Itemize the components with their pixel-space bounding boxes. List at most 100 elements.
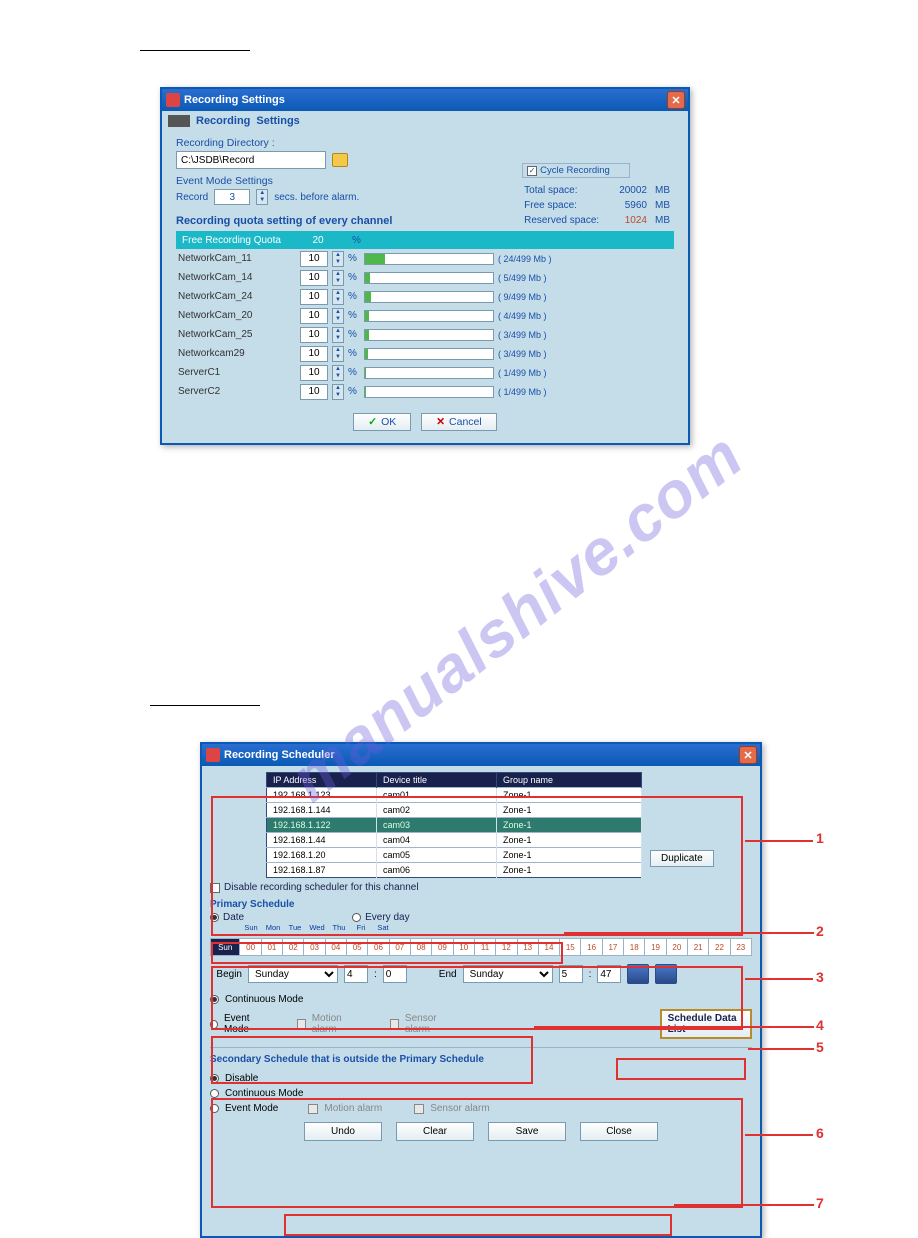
titlebar[interactable]: Recording Scheduler ✕ xyxy=(202,744,760,766)
table-row[interactable]: 192.168.1.87cam06Zone-1 xyxy=(267,863,642,878)
end-hour-input[interactable] xyxy=(559,965,583,983)
spinner-icon[interactable]: ▲▼ xyxy=(256,189,268,205)
sensor-alarm-checkbox[interactable] xyxy=(390,1019,399,1029)
tab-recording[interactable]: Recording xyxy=(196,115,250,127)
rec-dir-label: Recording Directory : xyxy=(176,137,674,149)
quota-bar-label: ( 24/499 Mb ) xyxy=(498,254,552,264)
spinner-icon[interactable]: ▲▼ xyxy=(332,365,344,381)
hour-cell[interactable]: 22 xyxy=(709,938,730,956)
sec-disable-radio[interactable] xyxy=(210,1074,219,1083)
camera-table[interactable]: IP Address Device title Group name 192.1… xyxy=(266,772,642,878)
hour-cell[interactable]: 01 xyxy=(262,938,283,956)
titlebar[interactable]: Recording Settings ✕ xyxy=(162,89,688,111)
quota-percent-input[interactable] xyxy=(300,251,328,267)
hour-cell[interactable]: 09 xyxy=(432,938,453,956)
tab-settings[interactable]: Settings xyxy=(256,115,299,127)
browse-folder-icon[interactable] xyxy=(332,153,348,167)
hour-cell[interactable]: 21 xyxy=(688,938,709,956)
spinner-icon[interactable]: ▲▼ xyxy=(332,251,344,267)
quota-percent-input[interactable] xyxy=(300,327,328,343)
sec-continuous-radio[interactable] xyxy=(210,1089,219,1098)
table-row[interactable]: 192.168.1.122cam03Zone-1 xyxy=(267,818,642,833)
hour-cell[interactable]: 16 xyxy=(581,938,602,956)
hour-cell[interactable]: 18 xyxy=(624,938,645,956)
spinner-icon[interactable]: ▲▼ xyxy=(332,384,344,400)
close-button[interactable]: Close xyxy=(580,1122,658,1141)
date-radio[interactable] xyxy=(210,913,219,922)
everyday-radio[interactable] xyxy=(352,913,361,922)
day-summary-cell[interactable]: Sun xyxy=(210,938,240,956)
sec-sensor-checkbox[interactable] xyxy=(414,1104,424,1114)
hour-cell[interactable]: 15 xyxy=(560,938,581,956)
table-row[interactable]: 192.168.1.20cam05Zone-1 xyxy=(267,848,642,863)
hour-cell[interactable]: 06 xyxy=(368,938,389,956)
hour-cell[interactable]: 08 xyxy=(411,938,432,956)
pre-alarm-seconds-input[interactable]: 3 xyxy=(214,189,250,205)
begin-min-input[interactable] xyxy=(383,965,407,983)
schedule-data-list-button[interactable]: Schedule Data List xyxy=(660,1009,752,1039)
end-min-input[interactable] xyxy=(597,965,621,983)
spinner-icon[interactable]: ▲▼ xyxy=(332,308,344,324)
close-icon[interactable]: ✕ xyxy=(667,91,685,109)
motion-alarm-checkbox[interactable] xyxy=(297,1019,306,1029)
table-row[interactable]: 192.168.1.123cam01Zone-1 xyxy=(267,788,642,803)
save-button[interactable]: Save xyxy=(488,1122,566,1141)
record-label: Record xyxy=(176,192,208,203)
hour-cell[interactable]: 23 xyxy=(731,938,752,956)
duplicate-button[interactable]: Duplicate xyxy=(650,850,714,867)
quota-percent-input[interactable] xyxy=(300,384,328,400)
hour-cell[interactable]: 03 xyxy=(304,938,325,956)
day-label: Sat xyxy=(372,923,394,932)
hour-cell[interactable]: 11 xyxy=(475,938,496,956)
begin-day-select[interactable]: Sunday xyxy=(248,965,338,983)
quota-percent-input[interactable] xyxy=(300,270,328,286)
sec-event-radio[interactable] xyxy=(210,1104,219,1113)
continuous-mode-radio[interactable] xyxy=(210,995,219,1004)
remove-schedule-icon[interactable] xyxy=(655,964,677,984)
quota-percent-input[interactable] xyxy=(300,365,328,381)
hour-cell[interactable]: 10 xyxy=(454,938,475,956)
table-row[interactable]: 192.168.1.144cam02Zone-1 xyxy=(267,803,642,818)
hour-cell[interactable]: 17 xyxy=(603,938,624,956)
hour-cell[interactable]: 12 xyxy=(496,938,517,956)
disable-scheduler-checkbox[interactable] xyxy=(210,883,220,893)
quota-percent-input[interactable] xyxy=(300,308,328,324)
sec-motion-checkbox[interactable] xyxy=(308,1104,318,1114)
hour-cell[interactable]: 13 xyxy=(518,938,539,956)
th-group: Group name xyxy=(497,773,642,788)
clear-button[interactable]: Clear xyxy=(396,1122,474,1141)
hour-cell[interactable]: 02 xyxy=(283,938,304,956)
hour-cell[interactable]: 04 xyxy=(326,938,347,956)
hour-cell[interactable]: 00 xyxy=(240,938,261,956)
quota-bar-label: ( 9/499 Mb ) xyxy=(498,292,547,302)
hours-strip[interactable]: Sun0001020304050607080910111213141516171… xyxy=(210,938,752,956)
sec-disable-label: Disable xyxy=(225,1073,258,1084)
spinner-icon[interactable]: ▲▼ xyxy=(332,346,344,362)
close-icon[interactable]: ✕ xyxy=(739,746,757,764)
hour-cell[interactable]: 07 xyxy=(390,938,411,956)
hour-cell[interactable]: 05 xyxy=(347,938,368,956)
quota-percent-input[interactable] xyxy=(300,289,328,305)
spinner-icon[interactable]: ▲▼ xyxy=(332,270,344,286)
event-mode-radio[interactable] xyxy=(210,1020,218,1029)
window-title: Recording Settings xyxy=(184,94,285,106)
spinner-icon[interactable]: ▲▼ xyxy=(332,327,344,343)
hour-cell[interactable]: 14 xyxy=(539,938,560,956)
ok-button[interactable]: ✓OK xyxy=(353,413,411,431)
callout-7: 7 xyxy=(816,1195,824,1211)
spinner-icon[interactable]: ▲▼ xyxy=(332,289,344,305)
callout-4: 4 xyxy=(816,1017,824,1033)
quota-percent-input[interactable] xyxy=(300,346,328,362)
add-schedule-icon[interactable] xyxy=(627,964,649,984)
cycle-recording-checkbox[interactable]: ✓ xyxy=(527,166,537,176)
free-space-value: 5960 xyxy=(601,199,647,212)
hour-cell[interactable]: 20 xyxy=(667,938,688,956)
begin-hour-input[interactable] xyxy=(344,965,368,983)
undo-button[interactable]: Undo xyxy=(304,1122,382,1141)
cancel-button[interactable]: ✕Cancel xyxy=(421,413,497,431)
rec-dir-input[interactable] xyxy=(176,151,326,169)
hour-cell[interactable]: 19 xyxy=(645,938,666,956)
quota-row: NetworkCam_11 ▲▼ % ( 24/499 Mb ) xyxy=(176,249,674,268)
end-day-select[interactable]: Sunday xyxy=(463,965,553,983)
table-row[interactable]: 192.168.1.44cam04Zone-1 xyxy=(267,833,642,848)
